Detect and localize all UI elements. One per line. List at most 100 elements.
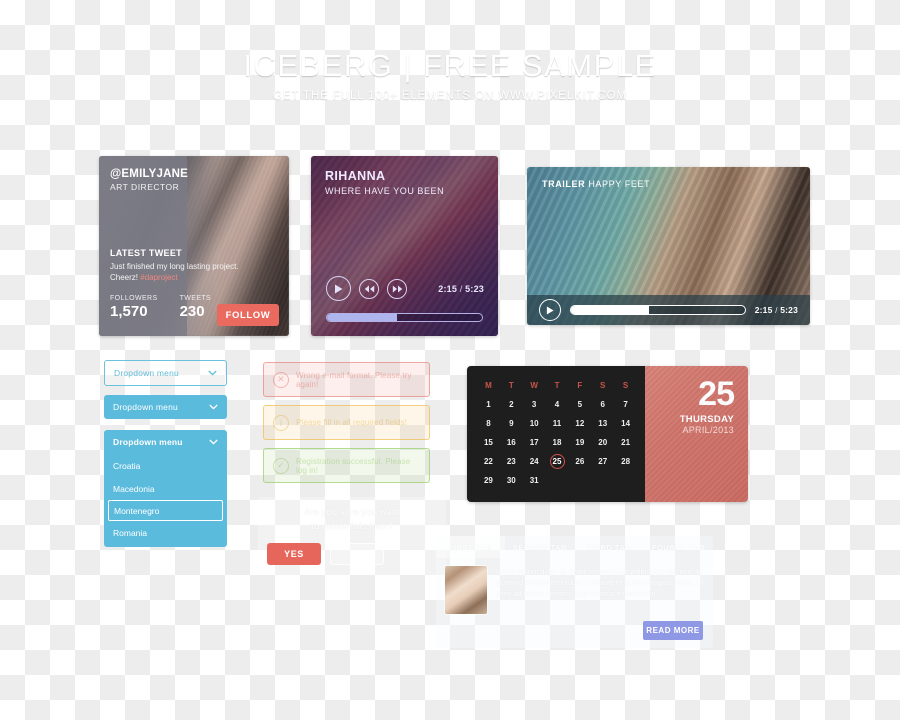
calendar-day-21[interactable]: 21 (614, 433, 637, 452)
play-icon[interactable] (539, 299, 561, 321)
calendar-day-empty (591, 471, 614, 490)
calendar-day-30[interactable]: 30 (500, 471, 523, 490)
followers-stat: FOLLOWERS 1,570 (110, 295, 158, 320)
calendar-day-7[interactable]: 7 (614, 395, 637, 414)
page-subtitle: GET THE FULL 100+ ELEMENTS ON WWW.PIXELK… (273, 90, 627, 102)
calendar-day-3[interactable]: 3 (523, 395, 546, 414)
calendar-weekday: W (530, 381, 538, 390)
followers-label: FOLLOWERS (110, 295, 158, 302)
tweet-text: Just finished my long lasting project. C… (110, 261, 250, 283)
calendar-week-row: 1234567 (477, 395, 637, 414)
tweet-hashtag[interactable]: #daproject (140, 273, 177, 282)
dropdown-solid[interactable]: Dropdown menu (104, 395, 227, 419)
follow-button[interactable]: FOLLOW (217, 304, 279, 326)
music-player-card: RIHANNA WHERE HAVE YOU BEEN 2:15 / 5:23 (311, 156, 498, 336)
tab-bar: FIRST TAB SECOND TAB THIRD TAB FOURTH TAB (436, 536, 713, 558)
tab-second-tab[interactable]: SECOND TAB (505, 536, 574, 558)
no-button[interactable]: NO (330, 543, 384, 565)
calendar-day-29[interactable]: 29 (477, 471, 500, 490)
info-circle-icon: i (273, 414, 289, 431)
calendar-day-20[interactable]: 20 (591, 433, 614, 452)
alert-success-text: Registration successful. Please log in! (296, 456, 411, 475)
calendar-day-14[interactable]: 14 (614, 414, 637, 433)
calendar-widget: MTWTFSS 1 2 3 4 5 6 7 8 9 10 11 12 13 14 15 16 17 18 19 20 2… (467, 366, 748, 502)
calendar-day-empty (568, 471, 591, 490)
calendar-day-11[interactable]: 11 (546, 414, 569, 433)
calendar-day-23[interactable]: 23 (500, 452, 523, 471)
calendar-month-year: APRIL/2013 (682, 425, 734, 435)
confirm-message: Are you sure you want to delete this ite… (258, 505, 446, 533)
calendar-day-9[interactable]: 9 (500, 414, 523, 433)
calendar-day-15[interactable]: 15 (477, 433, 500, 452)
tab-third-tab[interactable]: THIRD TAB (575, 536, 644, 558)
dropdown-option-montenegro[interactable]: Montenegro (108, 500, 223, 521)
calendar-day-17[interactable]: 17 (523, 433, 546, 452)
tab-panel: Lorem ipsum dolor sit amet, consectetur … (436, 558, 713, 622)
dropdown-open-header[interactable]: Dropdown menu (104, 430, 227, 454)
yes-button[interactable]: YES (267, 543, 321, 565)
calendar-weekday: F (577, 381, 583, 390)
calendar-day-16[interactable]: 16 (500, 433, 523, 452)
twitter-profile-card: @EMILYJANE ART DIRECTOR LATEST TWEET Jus… (99, 156, 289, 336)
video-timestamp: 2:15 / 5:23 (755, 305, 798, 315)
calendar-week-row: 22 23 24 25 26 27 28 (477, 452, 637, 471)
calendar-day-empty (614, 471, 637, 490)
dropdown-option-romania[interactable]: Romania (104, 521, 227, 544)
dropdown-open-label: Dropdown menu (113, 437, 183, 447)
music-song-title: WHERE HAVE YOU BEEN (325, 186, 445, 196)
alert-success: ✓ Registration successful. Please log in! (263, 448, 430, 483)
rewind-icon[interactable] (359, 278, 379, 299)
calendar-day-24[interactable]: 24 (523, 452, 546, 471)
video-progress-bar[interactable] (570, 305, 746, 315)
latest-tweet-label: LATEST TWEET (110, 248, 182, 258)
calendar-day-28[interactable]: 28 (614, 452, 637, 471)
calendar-day-25[interactable]: 25 (546, 452, 569, 471)
calendar-day-2[interactable]: 2 (500, 395, 523, 414)
calendar-grid: MTWTFSS 1 2 3 4 5 6 7 8 9 10 11 12 13 14 15 16 17 18 19 20 2… (467, 366, 645, 502)
tweets-value: 230 (179, 303, 205, 320)
tab-first-tab[interactable]: FIRST TAB (436, 536, 506, 558)
confirm-message-line2: to delete this item? (310, 521, 393, 531)
dropdown-ghost-header[interactable]: Dropdown menu (105, 361, 226, 385)
video-controls-bar: 2:15 / 5:23 (527, 295, 810, 325)
calendar-day-22[interactable]: 22 (477, 452, 500, 471)
calendar-selected-day[interactable]: 25 (549, 454, 565, 469)
calendar-day-10[interactable]: 10 (523, 414, 546, 433)
video-title-prefix: TRAILER (542, 179, 586, 189)
calendar-day-18[interactable]: 18 (546, 433, 569, 452)
calendar-day-27[interactable]: 27 (591, 452, 614, 471)
check-circle-icon: ✓ (273, 457, 289, 474)
dropdown-option-macedonia[interactable]: Macedonia (104, 477, 227, 500)
calendar-day-4[interactable]: 4 (546, 395, 569, 414)
calendar-day-5[interactable]: 5 (568, 395, 591, 414)
calendar-day-19[interactable]: 19 (568, 433, 591, 452)
video-current-time: 2:15 (754, 305, 773, 315)
dropdown-ghost[interactable]: Dropdown menu (104, 360, 227, 386)
alert-error: ✕ Wrong e-mail format. Please try again! (263, 362, 430, 397)
music-progress-bar[interactable] (326, 313, 483, 322)
music-artist: RIHANNA (325, 169, 386, 183)
alert-warning: i Please fill in all required fields! (263, 405, 430, 440)
dropdown-solid-label: Dropdown menu (113, 402, 178, 412)
calendar-day-31[interactable]: 31 (523, 471, 546, 490)
dropdown-option-croatia[interactable]: Croatia (104, 454, 227, 477)
confirm-buttons: YES NO (267, 543, 384, 565)
calendar-week-row: 15 16 17 18 19 20 21 (477, 433, 637, 452)
calendar-day-6[interactable]: 6 (591, 395, 614, 414)
calendar-day-26[interactable]: 26 (568, 452, 591, 471)
followers-value: 1,570 (110, 303, 148, 320)
music-current-time: 2:15 (438, 284, 458, 294)
calendar-day-13[interactable]: 13 (591, 414, 614, 433)
tab-fourth-tab[interactable]: FOURTH TAB (644, 536, 713, 558)
twitter-role: ART DIRECTOR (110, 182, 180, 192)
dropdown-open[interactable]: Dropdown menu Croatia Macedonia Montenegro… (104, 430, 227, 547)
play-icon[interactable] (326, 276, 351, 301)
dropdown-solid-header[interactable]: Dropdown menu (104, 395, 227, 419)
calendar-day-empty (546, 471, 569, 490)
calendar-day-12[interactable]: 12 (568, 414, 591, 433)
calendar-day-1[interactable]: 1 (477, 395, 500, 414)
calendar-day-8[interactable]: 8 (477, 414, 500, 433)
fast-forward-icon[interactable] (387, 278, 407, 299)
read-more-button[interactable]: READ MORE (643, 621, 703, 640)
calendar-big-day: 25 (698, 375, 735, 413)
